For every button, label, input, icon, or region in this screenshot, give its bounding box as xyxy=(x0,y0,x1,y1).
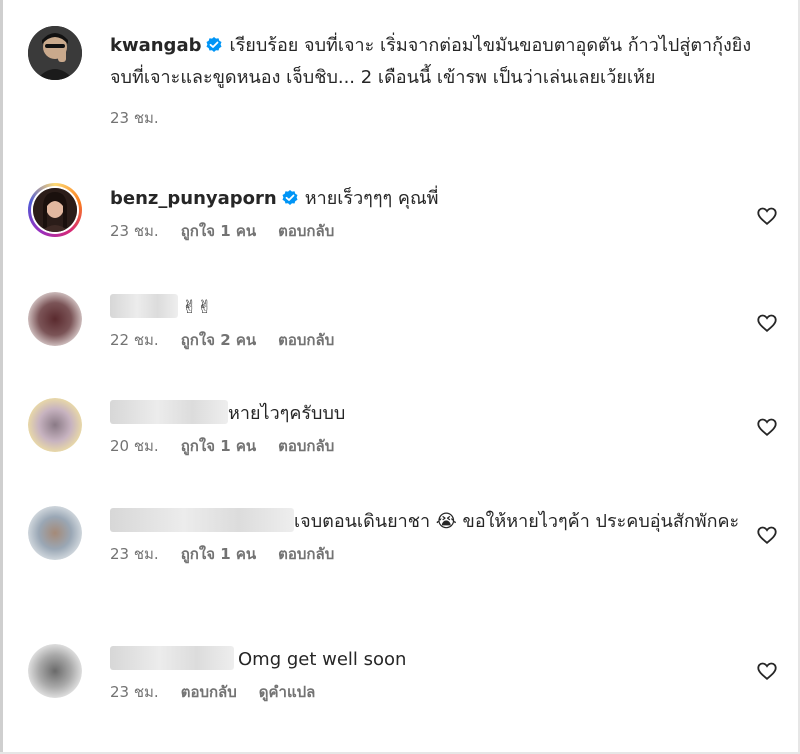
avatar-photo xyxy=(28,26,82,80)
heart-outline-icon[interactable] xyxy=(756,524,778,546)
timestamp[interactable]: 20 ชม. xyxy=(110,437,159,455)
avatar-photo xyxy=(28,398,82,452)
username[interactable] xyxy=(110,508,294,532)
comment-text: หายเร็วๆๆๆ คุณพี่ xyxy=(304,188,439,209)
comment-text: หายไวๆครับบบ xyxy=(228,403,346,424)
avatar-photo xyxy=(28,644,82,698)
like-count[interactable]: ถูกใจ 2 คน xyxy=(181,331,256,349)
avatar-photo xyxy=(28,506,82,560)
timestamp[interactable]: 22 ชม. xyxy=(110,331,159,349)
reply-button[interactable]: ตอบกลับ xyxy=(181,683,237,701)
avatar[interactable] xyxy=(28,183,82,237)
reply-button[interactable]: ตอบกลับ xyxy=(278,437,334,455)
verified-badge-icon xyxy=(206,37,222,52)
avatar[interactable] xyxy=(28,292,82,346)
comment-text: Omg get well soon xyxy=(238,649,407,670)
avatar[interactable] xyxy=(28,398,82,452)
avatar[interactable] xyxy=(28,644,82,698)
username[interactable]: benz_punyaporn xyxy=(110,188,277,209)
avatar[interactable] xyxy=(28,26,82,80)
timestamp[interactable]: 23 ชม. xyxy=(110,109,159,127)
heart-outline-icon[interactable] xyxy=(756,205,778,227)
avatar-photo xyxy=(33,188,77,232)
window-edge-left xyxy=(0,0,3,754)
username[interactable] xyxy=(110,400,228,424)
comment-text: เจบตอนเดินยาชา 😭 ขอให้หายไวๆค้า ประคบอุ่… xyxy=(294,511,740,532)
timestamp[interactable]: 23 ชม. xyxy=(110,222,159,240)
verified-badge-icon xyxy=(282,190,298,205)
username[interactable] xyxy=(110,294,178,318)
like-count[interactable]: ถูกใจ 1 คน xyxy=(181,545,256,563)
reply-button[interactable]: ตอบกลับ xyxy=(278,222,334,240)
comment-text: ✌✌ xyxy=(182,297,213,318)
username[interactable] xyxy=(110,646,234,670)
like-count[interactable]: ถูกใจ 1 คน xyxy=(181,437,256,455)
translate-button[interactable]: ดูคำแปล xyxy=(259,683,316,701)
avatar-photo xyxy=(28,292,82,346)
heart-outline-icon[interactable] xyxy=(756,312,778,334)
heart-outline-icon[interactable] xyxy=(756,416,778,438)
like-count[interactable]: ถูกใจ 1 คน xyxy=(181,222,256,240)
reply-button[interactable]: ตอบกลับ xyxy=(278,331,334,349)
heart-outline-icon[interactable] xyxy=(756,660,778,682)
avatar[interactable] xyxy=(28,506,82,560)
username[interactable]: kwangab xyxy=(110,35,201,56)
timestamp[interactable]: 23 ชม. xyxy=(110,545,159,563)
reply-button[interactable]: ตอบกลับ xyxy=(278,545,334,563)
timestamp[interactable]: 23 ชม. xyxy=(110,683,159,701)
